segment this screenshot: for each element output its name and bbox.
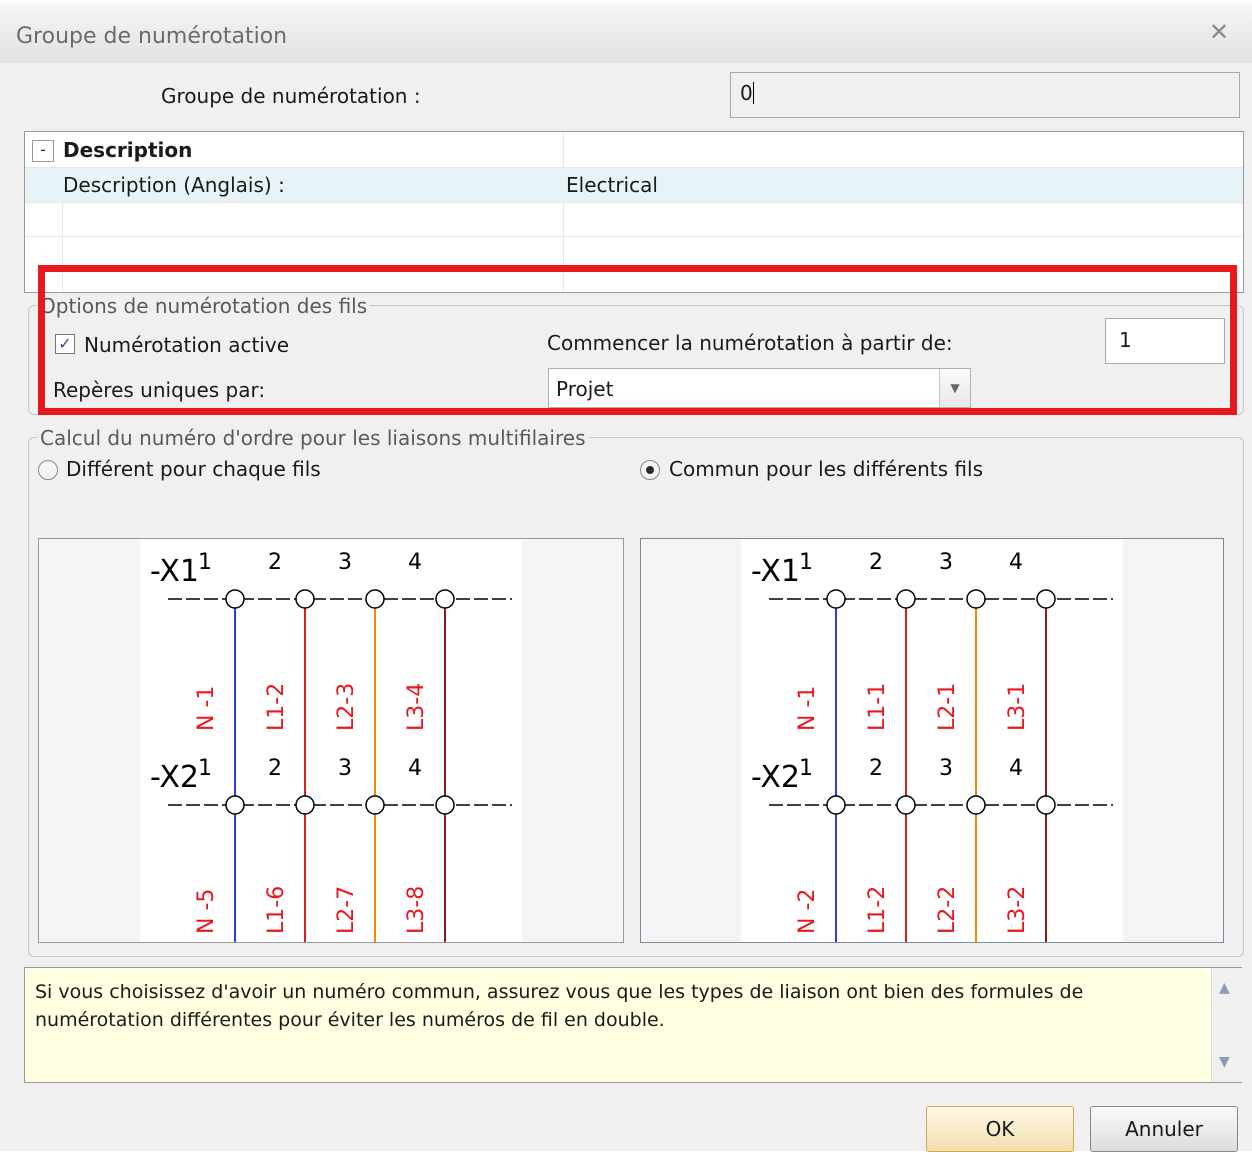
terminal-number: 4 [1009,756,1023,781]
wire-label: L3-4 [404,683,429,731]
highlight-frame [38,265,1237,415]
terminal-circle [365,795,385,815]
wire-label: L1-2 [865,886,890,934]
radio-different-label: Différent pour chaque fils [66,457,321,481]
info-scrollbar[interactable]: ▲ ▼ [1211,968,1242,1082]
wire-label: N -1 [795,686,820,731]
terminal-number: 3 [338,756,352,781]
window-title: Groupe de numérotation [16,24,288,49]
group-number-input[interactable]: 0 [730,72,1240,118]
terminal-circle [826,795,846,815]
terminal-circle [896,589,916,609]
wire-label: L3-8 [404,886,429,934]
diagram-different: -X1 1 2 3 4-X2 1 2 3 4N -1 L1-2 L2-3 L3-4N -5 L1-6 L2… [140,539,522,942]
terminal-circle [435,795,455,815]
terminal-number: 1 [198,550,212,575]
wire-label: L2-2 [935,886,960,934]
section-title: Description [63,138,193,162]
scroll-down-icon[interactable]: ▼ [1219,1054,1230,1070]
wire-label: L2-3 [334,683,359,731]
wire-label: N -1 [194,686,219,731]
terminal-number: 2 [869,756,883,781]
terminal-number: 1 [198,756,212,781]
terminal-number: 2 [268,550,282,575]
radio-common[interactable] [640,460,660,480]
terminal-strip-x1: -X1 [751,554,800,589]
terminal-number: 3 [939,756,953,781]
wire-label: L1-6 [264,886,289,934]
property-name: Description (Anglais) : [63,173,285,197]
terminal-number: 1 [799,550,813,575]
wire-label: L1-2 [264,683,289,731]
scroll-up-icon[interactable]: ▲ [1219,980,1230,996]
wire-label: L1-1 [865,683,890,731]
terminal-circle [1036,795,1056,815]
wire-label: L3-2 [1005,886,1030,934]
group-label: Groupe de numérotation : [161,84,421,108]
diagram-common: -X1 1 2 3 4-X2 1 2 3 4N -1 L1-1 L2-1 L3-1N -2 L1-2 L2… [741,539,1123,942]
terminal-strip-x1: -X1 [150,554,199,589]
wire-label: L2-1 [935,683,960,731]
diagram-different-frame[interactable]: -X1 1 2 3 4 -X2 1 2 3 4 N -1 L1-2 L2-3 L3-4 N -5 L1-6 L2… [38,538,624,943]
cancel-button[interactable]: Annuler [1090,1106,1238,1152]
diagram-common-frame[interactable]: -X1 1 2 3 4 -X2 1 2 3 4 N -1 L1-1 L2-1 L3-1 N -2 L1-2 L2… [640,538,1224,943]
terminal-number: 4 [408,550,422,575]
terminal-circle [295,795,315,815]
terminal-circle [435,589,455,609]
terminal-circle [225,795,245,815]
terminal-circle [896,795,916,815]
terminal-number: 4 [408,756,422,781]
terminal-number: 2 [268,756,282,781]
terminal-number: 1 [799,756,813,781]
terminal-strip-x2: -X2 [751,760,800,795]
terminal-circle [295,589,315,609]
terminal-number: 4 [1009,550,1023,575]
group-number-value: 0 [740,81,753,105]
terminal-circle [826,589,846,609]
wire-label: L3-1 [1005,683,1030,731]
ok-button[interactable]: OK [926,1106,1074,1152]
wire-label: L2-7 [334,886,359,934]
terminal-number: 3 [939,550,953,575]
terminal-circle [1036,589,1056,609]
collapse-toggle[interactable]: - [32,140,54,162]
terminal-circle [966,795,986,815]
property-value[interactable]: Electrical [566,173,658,197]
terminal-number: 2 [869,550,883,575]
terminal-strip-x2: -X2 [150,760,199,795]
radio-common-label: Commun pour les différents fils [669,457,983,481]
close-icon[interactable]: ✕ [1209,18,1229,46]
text-caret [753,82,754,104]
terminal-circle [225,589,245,609]
info-box: Si vous choisissez d'avoir un numéro com… [24,967,1242,1083]
terminal-circle [966,589,986,609]
radio-different[interactable] [38,460,58,480]
wire-label: N -2 [795,889,820,934]
terminal-circle [365,589,385,609]
terminal-number: 3 [338,550,352,575]
wire-label: N -5 [194,889,219,934]
info-text: Si vous choisissez d'avoir un numéro com… [35,981,1084,1031]
multi-legend: Calcul du numéro d'ordre pour les liaiso… [37,426,589,450]
